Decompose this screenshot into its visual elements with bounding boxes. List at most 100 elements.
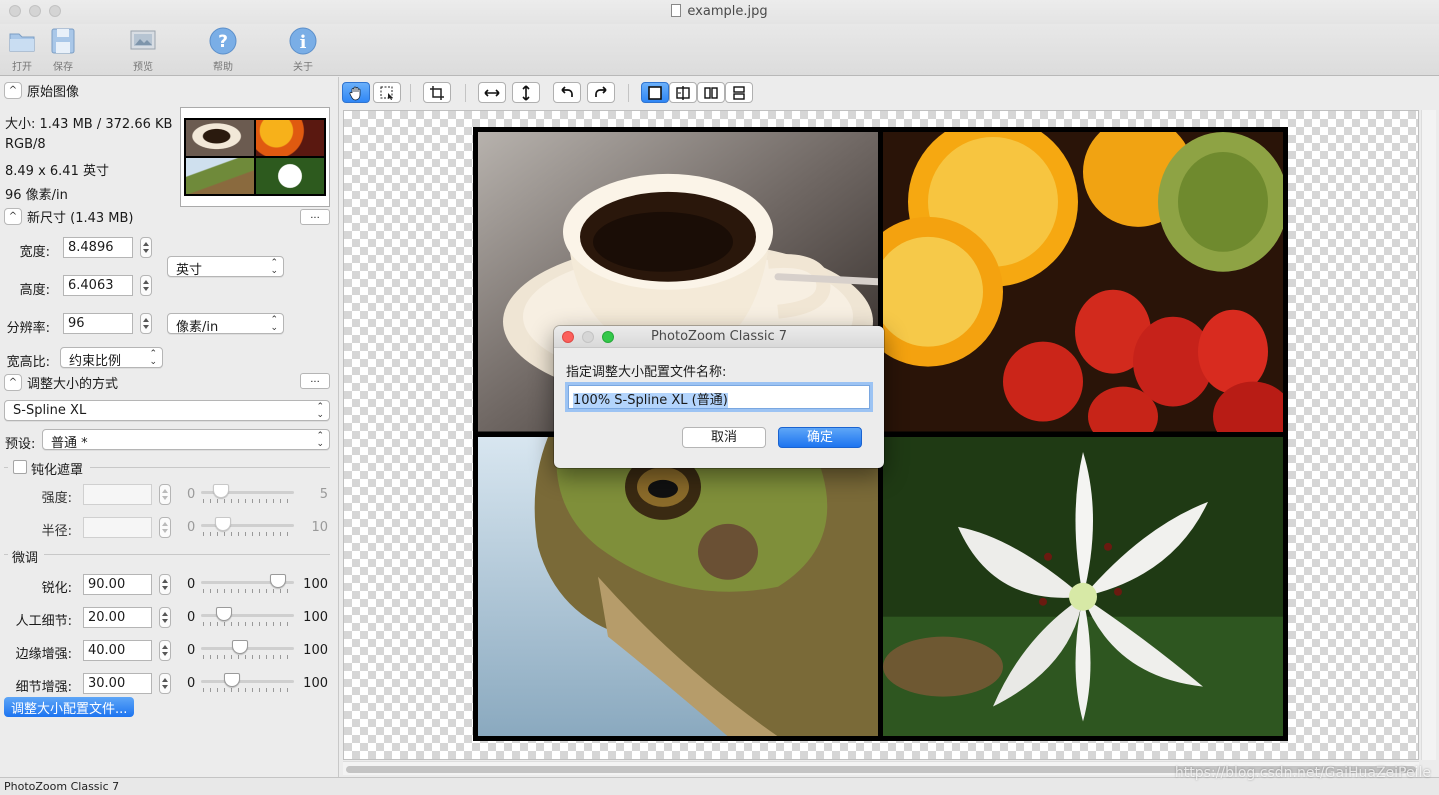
finetune-value-field[interactable]: 30.00	[83, 673, 152, 694]
newsize-section-header[interactable]: ^ 新尺寸 (1.43 MB)	[4, 206, 134, 226]
unsharp-title: 钝化遮罩	[31, 463, 84, 478]
finetune-slider[interactable]	[201, 680, 294, 683]
preset-select[interactable]: 普通 * ⌃ ⌄	[42, 429, 330, 451]
info-icon: i	[289, 27, 317, 55]
height-field[interactable]: 6.4063	[63, 275, 133, 296]
divider	[4, 554, 8, 555]
side-by-side-button[interactable]	[697, 82, 725, 103]
strength-field[interactable]	[83, 484, 152, 505]
finetune-slider[interactable]	[201, 614, 294, 617]
finetune-slider-knob[interactable]	[216, 607, 233, 621]
panel-splitter[interactable]	[338, 77, 339, 777]
finetune-value-field[interactable]: 20.00	[83, 607, 152, 628]
hand-icon	[349, 86, 361, 100]
dialog-close-button[interactable]	[562, 331, 574, 343]
original-dimensions: 8.49 x 6.41 英寸	[5, 164, 109, 179]
radius-slider-knob[interactable]	[214, 517, 231, 531]
unit-select-value: 英寸	[176, 263, 203, 278]
width-stepper[interactable]	[140, 237, 152, 258]
finetune-value-field[interactable]: 40.00	[83, 640, 152, 661]
split-view-button[interactable]	[669, 82, 697, 103]
rotate-left-icon	[561, 85, 573, 97]
updown-arrows-icon: ⌃ ⌄	[316, 431, 324, 449]
thumbnail-coffee	[186, 120, 254, 156]
watermark-text: https://blog.csdn.net/GaiHuaZeiPeile	[1174, 765, 1431, 781]
collapse-icon[interactable]: ^	[4, 373, 22, 391]
finetune-label: 人工细节:	[15, 614, 72, 629]
aspect-select[interactable]: 约束比例 ⌃ ⌄	[60, 347, 163, 369]
finetune-ticks	[203, 622, 293, 626]
method-section-header[interactable]: ^ 调整大小的方式	[4, 372, 118, 392]
algorithm-select-value: S-Spline XL	[13, 403, 87, 418]
profile-name-input[interactable]: 100% S-Spline XL (普通)	[568, 385, 870, 409]
help-button[interactable]: ? 帮助	[201, 26, 245, 74]
radius-label: 半径:	[41, 524, 72, 539]
width-field[interactable]: 8.4896	[63, 237, 133, 258]
top-bottom-button[interactable]	[725, 82, 753, 103]
resolution-unit-select[interactable]: 像素/in ⌃ ⌄	[167, 313, 284, 335]
collapse-icon[interactable]: ^	[4, 207, 22, 225]
status-text: PhotoZoom Classic 7	[4, 780, 120, 793]
single-view-icon	[648, 85, 662, 100]
flip-horizontal-button[interactable]	[478, 82, 506, 103]
select-tool-button[interactable]	[373, 82, 401, 103]
finetune-slider-knob[interactable]	[231, 640, 248, 654]
aspect-select-value: 约束比例	[69, 354, 122, 369]
unit-select[interactable]: 英寸 ⌃ ⌄	[167, 256, 284, 278]
unsharp-checkbox[interactable]	[13, 460, 27, 474]
height-stepper[interactable]	[140, 275, 152, 296]
strength-stepper[interactable]	[159, 484, 171, 505]
crop-button[interactable]	[423, 82, 451, 103]
radius-stepper[interactable]	[159, 517, 171, 538]
hand-tool-button[interactable]	[342, 82, 370, 103]
single-view-button[interactable]	[641, 82, 669, 103]
photo-frog	[478, 436, 878, 736]
divider	[4, 467, 8, 468]
open-label: 打开	[12, 62, 32, 73]
preview-button[interactable]: 预览	[121, 26, 165, 74]
finetune-min: 0	[187, 610, 196, 625]
algorithm-select[interactable]: S-Spline XL ⌃ ⌄	[4, 400, 330, 421]
window-title: example.jpg	[0, 4, 1439, 19]
window-title-text: example.jpg	[687, 4, 768, 19]
resolution-stepper[interactable]	[140, 313, 152, 334]
resolution-unit-value: 像素/in	[176, 320, 219, 335]
resize-profile-button[interactable]: 调整大小配置文件...	[4, 697, 135, 717]
floppy-icon	[51, 28, 75, 54]
finetune-stepper[interactable]	[159, 607, 171, 628]
vertical-scrollbar[interactable]	[1421, 110, 1436, 760]
method-more-button[interactable]: ...	[300, 373, 330, 389]
rotate-right-button[interactable]	[587, 82, 615, 103]
open-button[interactable]: 打开	[0, 26, 44, 74]
finetune-value-field[interactable]: 90.00	[83, 574, 152, 595]
finetune-stepper[interactable]	[159, 574, 171, 595]
collapse-icon[interactable]: ^	[4, 81, 22, 99]
ok-button[interactable]: 确定	[778, 427, 862, 448]
finetune-slider-knob[interactable]	[270, 574, 287, 588]
preview-icon	[130, 30, 156, 50]
newsize-more-button[interactable]: ...	[300, 209, 330, 225]
finetune-label: 锐化:	[41, 581, 72, 596]
divider	[90, 467, 330, 468]
dialog-minimize-button	[582, 331, 594, 343]
save-button[interactable]: 保存	[41, 26, 85, 74]
radius-field[interactable]	[83, 517, 152, 538]
rotate-left-button[interactable]	[553, 82, 581, 103]
finetune-slider-knob[interactable]	[224, 673, 241, 687]
cancel-button[interactable]: 取消	[682, 427, 766, 448]
resolution-field[interactable]: 96	[63, 313, 133, 334]
finetune-ticks	[203, 688, 293, 692]
about-button[interactable]: i 关于	[281, 26, 325, 74]
thumbnail-preview[interactable]	[180, 107, 330, 207]
dialog-zoom-button[interactable]	[602, 331, 614, 343]
finetune-stepper[interactable]	[159, 673, 171, 694]
finetune-max: 100	[303, 676, 328, 691]
original-section-header[interactable]: ^ 原始图像	[4, 80, 79, 100]
updown-arrows-icon: ⌃ ⌄	[270, 315, 278, 333]
original-section-title: 原始图像	[27, 84, 80, 100]
flip-vertical-button[interactable]	[512, 82, 540, 103]
strength-slider-knob[interactable]	[212, 484, 229, 498]
preset-label: 预设:	[5, 437, 36, 452]
side-by-side-icon	[704, 86, 718, 99]
finetune-stepper[interactable]	[159, 640, 171, 661]
